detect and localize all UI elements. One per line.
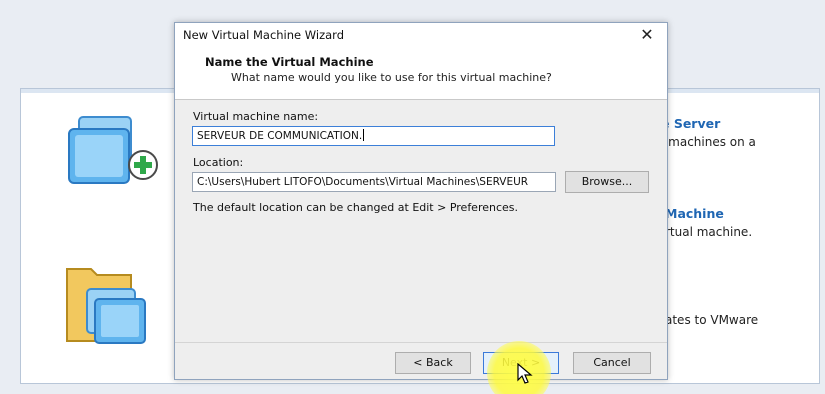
screen: e Server l machines on a Machine rtual m… xyxy=(0,0,825,394)
home-item-1-desc: l machines on a xyxy=(661,135,756,149)
dialog-title: New Virtual Machine Wizard xyxy=(183,28,344,42)
home-item-2-title: Machine xyxy=(665,206,724,221)
wizard-header: Name the Virtual Machine What name would… xyxy=(175,47,667,107)
home-item-1[interactable]: e Server l machines on a xyxy=(661,115,756,151)
wizard-body: Virtual machine name: SERVEUR DE COMMUNI… xyxy=(175,99,667,394)
footer-divider xyxy=(175,342,667,343)
new-vm-icon[interactable] xyxy=(61,111,171,191)
home-item-3[interactable]: ates to VMware xyxy=(665,311,758,329)
location-label: Location: xyxy=(193,156,244,169)
location-hint: The default location can be changed at E… xyxy=(193,201,519,214)
close-button[interactable]: ✕ xyxy=(633,25,661,45)
vm-name-input[interactable]: SERVEUR DE COMMUNICATION. xyxy=(192,126,555,146)
text-caret xyxy=(363,129,365,141)
home-item-3-desc: ates to VMware xyxy=(665,313,759,327)
dialog-titlebar[interactable]: New Virtual Machine Wizard ✕ xyxy=(175,23,667,47)
wizard-step-title: Name the Virtual Machine xyxy=(205,55,374,69)
location-input[interactable]: C:\Users\Hubert LITOFO\Documents\Virtual… xyxy=(192,172,556,192)
vm-name-label: Virtual machine name: xyxy=(193,110,319,123)
cancel-button[interactable]: Cancel xyxy=(573,352,651,374)
header-divider xyxy=(175,99,667,100)
home-item-2[interactable]: Machine rtual machine. xyxy=(665,205,752,241)
wizard-step-subtitle: What name would you like to use for this… xyxy=(231,71,552,84)
back-button[interactable]: < Back xyxy=(395,352,471,374)
location-value: C:\Users\Hubert LITOFO\Documents\Virtual… xyxy=(197,176,529,188)
home-item-1-title: e Server xyxy=(661,116,721,131)
open-vm-folder-icon[interactable] xyxy=(61,259,161,349)
browse-button[interactable]: Browse... xyxy=(565,171,649,193)
home-item-2-desc: rtual machine. xyxy=(665,225,753,239)
vm-name-value: SERVEUR DE COMMUNICATION. xyxy=(197,130,363,142)
next-button[interactable]: Next > xyxy=(483,352,559,374)
new-vm-wizard-dialog: New Virtual Machine Wizard ✕ Name the Vi… xyxy=(174,22,668,394)
